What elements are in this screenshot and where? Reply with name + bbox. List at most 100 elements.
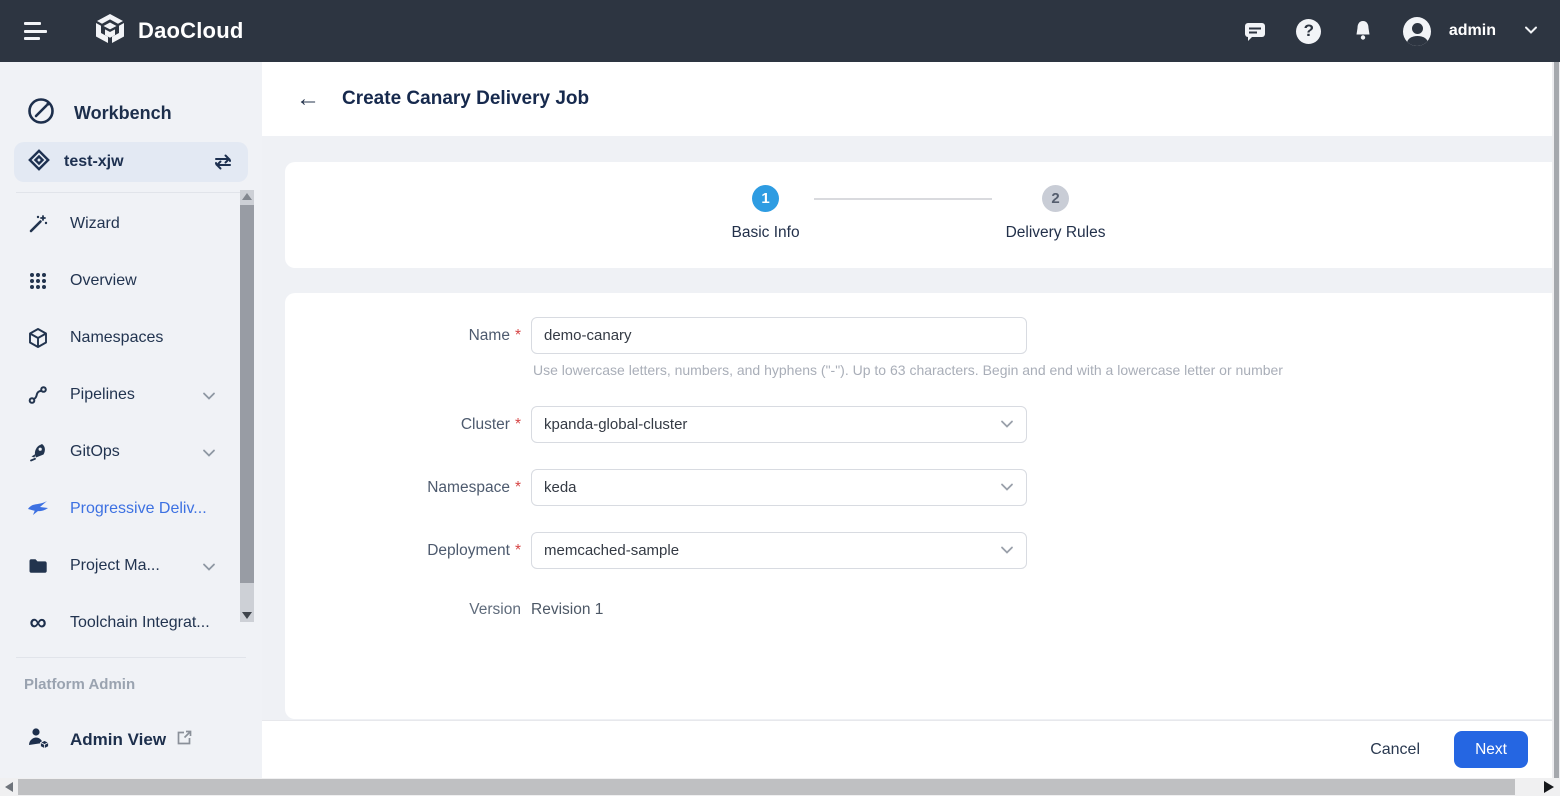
sidebar-item-label: Pipelines — [70, 386, 135, 404]
avatar[interactable] — [1403, 17, 1431, 45]
hamburger-icon[interactable] — [24, 22, 48, 40]
sidebar-scrollbar[interactable] — [240, 190, 254, 622]
page-title: Create Canary Delivery Job — [342, 88, 589, 110]
platform-admin-label: Platform Admin — [0, 658, 262, 693]
sidebar-scrollbar-thumb[interactable] — [240, 205, 254, 583]
required-asterisk: * — [515, 479, 521, 496]
chevron-down-icon — [202, 559, 216, 577]
cancel-button[interactable]: Cancel — [1370, 741, 1420, 759]
step-number: 2 — [1042, 185, 1069, 212]
step-basic-info: 1 Basic Info — [732, 185, 800, 242]
swap-icon[interactable] — [212, 152, 234, 172]
version-row: Version Revision 1 — [285, 601, 1552, 619]
vertical-scrollbar[interactable] — [1552, 62, 1560, 778]
deployment-value: memcached-sample — [544, 542, 679, 559]
name-input[interactable] — [531, 317, 1027, 354]
name-hint-row: Use lowercase letters, numbers, and hyph… — [285, 362, 1552, 378]
required-asterisk: * — [515, 542, 521, 559]
help-icon[interactable]: ? — [1295, 17, 1323, 45]
version-label: Version — [285, 601, 531, 619]
chevron-down-icon — [202, 445, 216, 463]
bottom-strip — [0, 796, 1560, 800]
sidebar-item-wizard[interactable]: Wizard — [0, 195, 262, 252]
sidebar-item-pipelines[interactable]: Pipelines — [0, 366, 262, 423]
step-number: 1 — [752, 185, 779, 212]
required-asterisk: * — [515, 416, 521, 433]
form-card: Name* Use lowercase letters, numbers, an… — [285, 293, 1552, 719]
workbench-pen-circle-icon — [26, 96, 56, 131]
workbench-title: Workbench — [74, 103, 172, 124]
back-arrow-icon[interactable]: ← — [296, 87, 320, 111]
workspace-diamond-icon — [28, 149, 50, 176]
chevron-down-icon[interactable] — [1524, 22, 1538, 40]
sidebar-item-namespaces[interactable]: Namespaces — [0, 309, 262, 366]
rocket-icon — [26, 441, 50, 463]
cube-icon — [26, 327, 50, 349]
sidebar: Workbench test-xjw — [0, 62, 262, 778]
sidebar-item-label: Wizard — [70, 215, 120, 233]
next-button[interactable]: Next — [1454, 731, 1528, 768]
name-label: Name* — [285, 327, 531, 345]
sidebar-item-progressive-delivery[interactable]: Progressive Deliv... — [0, 480, 262, 537]
step-connector — [814, 198, 992, 200]
cluster-row: Cluster* kpanda-global-cluster — [285, 406, 1552, 443]
scroll-up-arrow[interactable] — [242, 193, 252, 200]
brand[interactable]: DaoCloud — [92, 11, 243, 52]
sidebar-item-label: Progressive Deliv... — [70, 500, 207, 518]
magic-wand-icon — [26, 213, 50, 235]
scroll-down-arrow[interactable] — [242, 612, 252, 619]
topbar: DaoCloud ? admin — [0, 0, 1560, 62]
grid-dots-icon — [26, 271, 50, 291]
cluster-value: kpanda-global-cluster — [544, 416, 687, 433]
chevron-down-icon — [1000, 542, 1014, 560]
external-link-icon — [176, 729, 193, 751]
pipeline-icon — [26, 384, 50, 406]
step-delivery-rules: 2 Delivery Rules — [1006, 185, 1106, 242]
stepper-card: 1 Basic Info 2 Delivery Rules — [285, 162, 1552, 268]
sidebar-item-label: Project Ma... — [70, 557, 160, 575]
workspace-selector[interactable]: test-xjw — [14, 142, 248, 182]
bell-icon[interactable] — [1349, 17, 1377, 45]
deployment-select[interactable]: memcached-sample — [531, 532, 1027, 569]
workspace-name: test-xjw — [64, 153, 124, 171]
scroll-left-arrow[interactable] — [5, 782, 13, 792]
sidebar-item-overview[interactable]: Overview — [0, 252, 262, 309]
name-hint: Use lowercase letters, numbers, and hyph… — [531, 362, 1283, 378]
chat-icon[interactable] — [1241, 17, 1269, 45]
namespace-select[interactable]: keda — [531, 469, 1027, 506]
name-row: Name* — [285, 317, 1552, 354]
horizontal-scrollbar[interactable] — [0, 778, 1560, 796]
admin-view-label: Admin View — [70, 730, 166, 750]
sidebar-item-label: Overview — [70, 272, 137, 290]
sidebar-item-admin-view[interactable]: Admin View — [0, 715, 262, 765]
cluster-select[interactable]: kpanda-global-cluster — [531, 406, 1027, 443]
sidebar-item-project-management[interactable]: Project Ma... — [0, 537, 262, 594]
folder-icon — [26, 555, 50, 577]
scroll-right-arrow[interactable] — [1544, 781, 1554, 793]
page-footer: Cancel Next — [262, 720, 1552, 778]
stepper: 1 Basic Info 2 Delivery Rules — [285, 162, 1552, 242]
namespace-row: Namespace* keda — [285, 469, 1552, 506]
namespace-label: Namespace* — [285, 479, 531, 497]
version-value: Revision 1 — [531, 601, 603, 619]
bird-icon — [26, 498, 50, 520]
workbench-header: Workbench — [0, 62, 262, 134]
vertical-scrollbar-thumb[interactable] — [1554, 62, 1559, 778]
username[interactable]: admin — [1449, 22, 1496, 40]
infinity-icon: ∞ — [26, 616, 50, 630]
sidebar-item-label: Namespaces — [70, 329, 163, 347]
chevron-down-icon — [202, 388, 216, 406]
horizontal-scrollbar-thumb[interactable] — [18, 779, 1515, 795]
required-asterisk: * — [515, 327, 521, 344]
sidebar-item-label: Toolchain Integrat... — [70, 614, 210, 632]
chevron-down-icon — [1000, 416, 1014, 434]
brand-name: DaoCloud — [138, 18, 243, 44]
canary-form: Name* Use lowercase letters, numbers, an… — [285, 293, 1552, 619]
chevron-down-icon — [1000, 479, 1014, 497]
namespace-value: keda — [544, 479, 577, 496]
deployment-row: Deployment* memcached-sample — [285, 532, 1552, 569]
sidebar-item-gitops[interactable]: GitOps — [0, 423, 262, 480]
sidebar-item-label: GitOps — [70, 443, 120, 461]
main-content: ← Create Canary Delivery Job 1 Basic Inf… — [262, 62, 1552, 778]
sidebar-item-toolchain-integration[interactable]: ∞ Toolchain Integrat... — [0, 594, 262, 651]
